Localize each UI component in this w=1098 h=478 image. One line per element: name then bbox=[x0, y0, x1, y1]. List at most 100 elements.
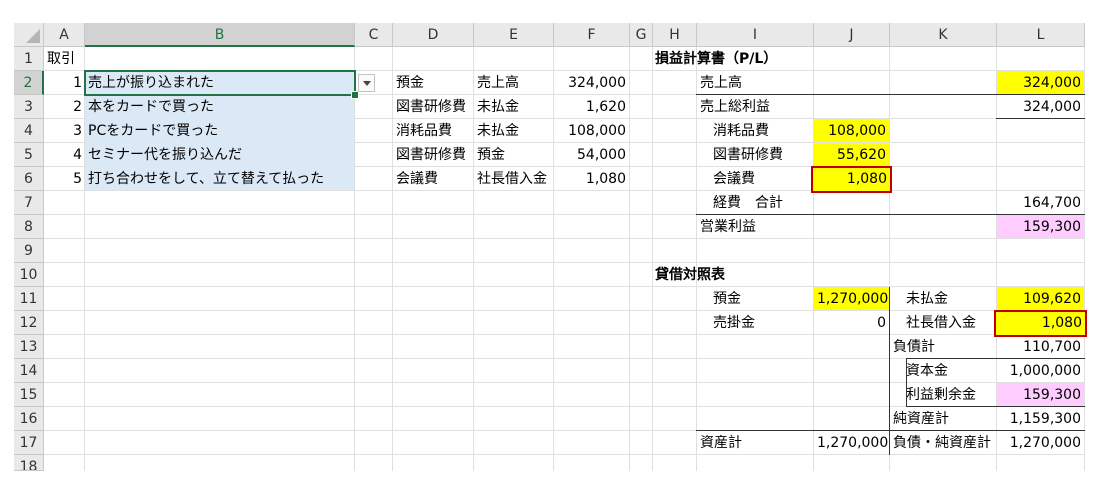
bs-cash-value[interactable]: 1,270,000 bbox=[814, 287, 889, 310]
row-header-16[interactable]: 16 bbox=[14, 407, 44, 431]
row-header-3[interactable]: 3 bbox=[14, 95, 44, 119]
pl-gross-label[interactable]: 売上総利益 bbox=[697, 95, 813, 119]
txn-description[interactable]: 打ち合わせをして、立て替えて払った bbox=[85, 167, 354, 191]
txn-description[interactable]: PCをカードで買った bbox=[85, 119, 354, 143]
pl-expense-total-value[interactable]: 164,700 bbox=[997, 191, 1084, 215]
bs-loan-value-highlighted[interactable]: 1,080 bbox=[994, 310, 1087, 337]
bs-retained-value[interactable]: 159,300 bbox=[997, 383, 1084, 406]
txn-number[interactable]: 1 bbox=[44, 71, 85, 95]
txn-debit[interactable]: 消耗品費 bbox=[393, 119, 473, 143]
column-header-g[interactable]: G bbox=[630, 23, 653, 47]
column-header-e[interactable]: E bbox=[474, 23, 554, 47]
gridline bbox=[44, 238, 1085, 239]
txn-credit[interactable]: 売上高 bbox=[474, 71, 553, 95]
bs-assets-value[interactable]: 1,270,000 bbox=[814, 431, 889, 455]
txn-credit[interactable]: 未払金 bbox=[474, 95, 553, 119]
txn-number[interactable]: 3 bbox=[44, 119, 85, 143]
gridline bbox=[354, 47, 355, 471]
pl-expense-label[interactable]: 図書研修費 bbox=[697, 143, 813, 167]
select-all-corner[interactable] bbox=[14, 23, 44, 47]
bs-ap-label[interactable]: 未払金 bbox=[890, 287, 996, 311]
txn-credit[interactable]: 未払金 bbox=[474, 119, 553, 143]
row-header-6[interactable]: 6 bbox=[14, 167, 44, 191]
bs-ap-value[interactable]: 109,620 bbox=[997, 287, 1084, 310]
pl-operating-value[interactable]: 159,300 bbox=[997, 215, 1084, 238]
column-header-f[interactable]: F bbox=[554, 23, 630, 47]
bs-le-label[interactable]: 負債・純資産計 bbox=[890, 431, 996, 455]
row-header-9[interactable]: 9 bbox=[14, 239, 44, 263]
txn-debit[interactable]: 預金 bbox=[393, 71, 473, 95]
row-header-17[interactable]: 17 bbox=[14, 431, 44, 455]
pl-sales-value[interactable]: 324,000 bbox=[997, 71, 1084, 94]
pl-sales-label[interactable]: 売上高 bbox=[697, 71, 813, 95]
pl-expense-label[interactable]: 消耗品費 bbox=[697, 119, 813, 143]
active-cell-b2[interactable] bbox=[84, 70, 356, 96]
txn-number[interactable]: 5 bbox=[44, 167, 85, 191]
txn-number[interactable]: 4 bbox=[44, 143, 85, 167]
column-header-c[interactable]: C bbox=[355, 23, 393, 47]
bs-cash-label[interactable]: 預金 bbox=[697, 287, 813, 311]
column-header-l[interactable]: L bbox=[997, 23, 1085, 47]
row-header-2[interactable]: 2 bbox=[14, 71, 44, 95]
txn-amount[interactable]: 1,620 bbox=[554, 95, 629, 119]
row-header-5[interactable]: 5 bbox=[14, 143, 44, 167]
bs-assets-label[interactable]: 資産計 bbox=[697, 431, 813, 455]
pl-expense-total-label[interactable]: 経費 合計 bbox=[697, 191, 813, 215]
column-header-d[interactable]: D bbox=[393, 23, 474, 47]
txn-description[interactable]: 本をカードで買った bbox=[85, 95, 354, 119]
txn-credit[interactable]: 社長借入金 bbox=[474, 167, 553, 191]
border-line bbox=[906, 406, 1085, 407]
column-header-k[interactable]: K bbox=[890, 23, 997, 47]
row-header-4[interactable]: 4 bbox=[14, 119, 44, 143]
bs-ar-label[interactable]: 売掛金 bbox=[697, 311, 813, 335]
bs-liab-total-label[interactable]: 負債計 bbox=[890, 335, 996, 359]
txn-amount[interactable]: 1,080 bbox=[554, 167, 629, 191]
pl-expense-value[interactable]: 108,000 bbox=[814, 119, 889, 142]
border-line bbox=[996, 118, 1085, 119]
row-header-13[interactable]: 13 bbox=[14, 335, 44, 359]
pl-operating-label[interactable]: 営業利益 bbox=[697, 215, 813, 239]
row-header-14[interactable]: 14 bbox=[14, 359, 44, 383]
column-header-j[interactable]: J bbox=[814, 23, 890, 47]
column-header-b[interactable]: B bbox=[85, 23, 355, 47]
txn-description[interactable]: セミナー代を振り込んだ bbox=[85, 143, 354, 167]
row-header-8[interactable]: 8 bbox=[14, 215, 44, 239]
row-header-12[interactable]: 12 bbox=[14, 311, 44, 335]
row-header-11[interactable]: 11 bbox=[14, 287, 44, 311]
bs-ar-value[interactable]: 0 bbox=[814, 311, 889, 335]
fill-handle[interactable] bbox=[351, 91, 359, 99]
pl-expense-label[interactable]: 会議費 bbox=[697, 167, 813, 191]
bs-capital-value[interactable]: 1,000,000 bbox=[997, 359, 1084, 383]
row-header-15[interactable]: 15 bbox=[14, 383, 44, 407]
bs-liab-total-value[interactable]: 110,700 bbox=[997, 335, 1084, 359]
cell-a1[interactable]: 取引 bbox=[44, 47, 104, 71]
column-header-h[interactable]: H bbox=[653, 23, 697, 47]
bs-title: 貸借対照表 bbox=[655, 267, 725, 283]
row-header-1[interactable]: 1 bbox=[14, 47, 44, 71]
txn-debit[interactable]: 図書研修費 bbox=[393, 95, 473, 119]
row-header-10[interactable]: 10 bbox=[14, 263, 44, 287]
bs-net-total-label[interactable]: 純資産計 bbox=[890, 407, 996, 431]
row-header-7[interactable]: 7 bbox=[14, 191, 44, 215]
pl-gross-value[interactable]: 324,000 bbox=[997, 95, 1084, 119]
txn-amount[interactable]: 324,000 bbox=[554, 71, 629, 95]
pl-expense-value-highlighted[interactable]: 1,080 bbox=[811, 166, 892, 193]
gridline bbox=[1084, 47, 1085, 471]
txn-number[interactable]: 2 bbox=[44, 95, 85, 119]
chevron-down-icon[interactable] bbox=[358, 74, 375, 92]
column-header-a[interactable]: A bbox=[44, 23, 85, 47]
row-header-18[interactable]: 18 bbox=[14, 455, 44, 471]
gridline bbox=[629, 47, 630, 471]
bs-le-value[interactable]: 1,270,000 bbox=[997, 431, 1084, 455]
txn-debit[interactable]: 図書研修費 bbox=[393, 143, 473, 167]
select-all-icon bbox=[26, 29, 40, 43]
pl-expense-value[interactable]: 55,620 bbox=[814, 143, 889, 166]
txn-amount[interactable]: 54,000 bbox=[554, 143, 629, 167]
bs-loan-label[interactable]: 社長借入金 bbox=[890, 311, 996, 335]
bs-net-total-value[interactable]: 1,159,300 bbox=[997, 407, 1084, 431]
border-line bbox=[889, 287, 890, 455]
column-header-i[interactable]: I bbox=[697, 23, 814, 47]
txn-debit[interactable]: 会議費 bbox=[393, 167, 473, 191]
txn-amount[interactable]: 108,000 bbox=[554, 119, 629, 143]
txn-credit[interactable]: 預金 bbox=[474, 143, 553, 167]
